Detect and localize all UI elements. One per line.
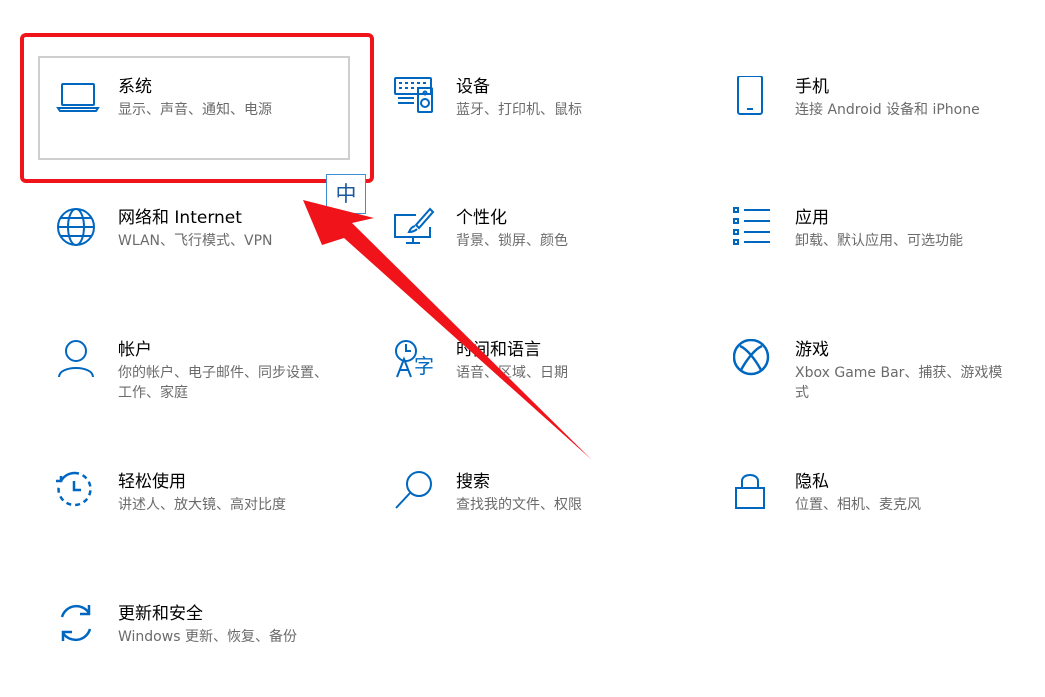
tile-title: 手机	[795, 77, 829, 97]
tile-description: Xbox Game Bar、捕获、游戏模式	[795, 365, 1003, 401]
paintbrush-monitor-icon	[394, 207, 438, 251]
ime-language-indicator[interactable]: 中	[326, 174, 366, 214]
tile-description: 显示、声音、通知、电源	[118, 102, 272, 118]
tile-title: 帐户	[118, 340, 152, 360]
apps-list-icon	[733, 207, 777, 251]
ease-of-access-icon	[56, 471, 100, 515]
tile-description: 语音、区域、日期	[456, 365, 568, 381]
person-icon	[56, 339, 100, 383]
time-language-icon: 字	[394, 339, 438, 383]
tile-description: WLAN、飞行模式、VPN	[118, 233, 273, 249]
sync-icon	[56, 603, 100, 647]
tile-description: 讲述人、放大镜、高对比度	[118, 497, 286, 513]
tile-description: 蓝牙、打印机、鼠标	[456, 102, 582, 118]
phone-icon	[733, 76, 777, 120]
tile-title: 搜索	[456, 472, 490, 492]
lock-icon	[733, 471, 777, 515]
tile-description: 位置、相机、麦克风	[795, 497, 921, 513]
tile-title: 设备	[456, 77, 490, 97]
laptop-icon	[56, 76, 100, 120]
svg-text:字: 字	[414, 354, 434, 378]
tile-description: 背景、锁屏、颜色	[456, 233, 568, 249]
tile-title: 轻松使用	[118, 472, 186, 492]
tile-title: 网络和 Internet	[118, 208, 242, 228]
tile-title: 系统	[118, 77, 152, 97]
tile-title: 时间和语言	[456, 340, 541, 360]
tile-description: 卸载、默认应用、可选功能	[795, 233, 963, 249]
tile-description: 查找我的文件、权限	[456, 497, 582, 513]
tile-title: 应用	[795, 208, 829, 228]
tile-title: 隐私	[795, 472, 829, 492]
keyboard-speaker-icon	[394, 76, 438, 120]
tile-title: 个性化	[456, 208, 507, 228]
globe-icon	[56, 207, 100, 251]
tile-description: Windows 更新、恢复、备份	[118, 629, 297, 645]
tile-title: 更新和安全	[118, 604, 203, 624]
tile-description: 你的帐户、电子邮件、同步设置、工作、家庭	[118, 365, 328, 401]
search-icon	[394, 471, 438, 515]
tile-description: 连接 Android 设备和 iPhone	[795, 102, 980, 118]
tile-title: 游戏	[795, 340, 829, 360]
xbox-icon	[733, 339, 777, 383]
